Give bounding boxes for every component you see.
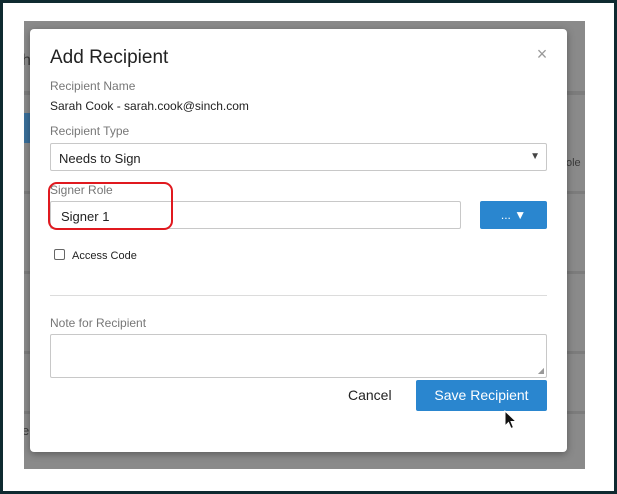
access-code-label: Access Code — [72, 250, 137, 262]
dialog-title: Add Recipient — [50, 47, 169, 68]
background-column-fragment: ole — [566, 157, 581, 169]
chevron-down-icon: ▼ — [530, 151, 540, 162]
resize-grip-icon[interactable]: ◢ — [538, 367, 544, 375]
mouse-pointer-icon — [504, 410, 517, 430]
signer-role-highlight-annotation — [48, 182, 173, 230]
recipient-type-selected: Needs to Sign — [59, 151, 141, 166]
signer-role-menu-button[interactable]: ... ▼ — [480, 201, 547, 229]
note-textarea[interactable]: ◢ — [50, 334, 547, 378]
save-recipient-button[interactable]: Save Recipient — [416, 380, 547, 411]
background-text-fragment: e — [24, 423, 30, 438]
access-code-checkbox[interactable] — [54, 249, 65, 260]
note-label: Note for Recipient — [50, 316, 147, 330]
recipient-name-label: Recipient Name — [50, 79, 136, 93]
recipient-name-value: Sarah Cook - sarah.cook@sinch.com — [50, 99, 249, 113]
recipient-type-select[interactable]: Needs to Sign ▼ — [50, 143, 547, 171]
close-icon[interactable]: × — [533, 45, 551, 63]
recipient-type-label: Recipient Type — [50, 124, 130, 138]
cancel-button[interactable]: Cancel — [348, 387, 392, 407]
section-divider — [50, 295, 547, 296]
add-recipient-dialog: Add Recipient × Recipient Name Sarah Coo… — [30, 29, 567, 452]
